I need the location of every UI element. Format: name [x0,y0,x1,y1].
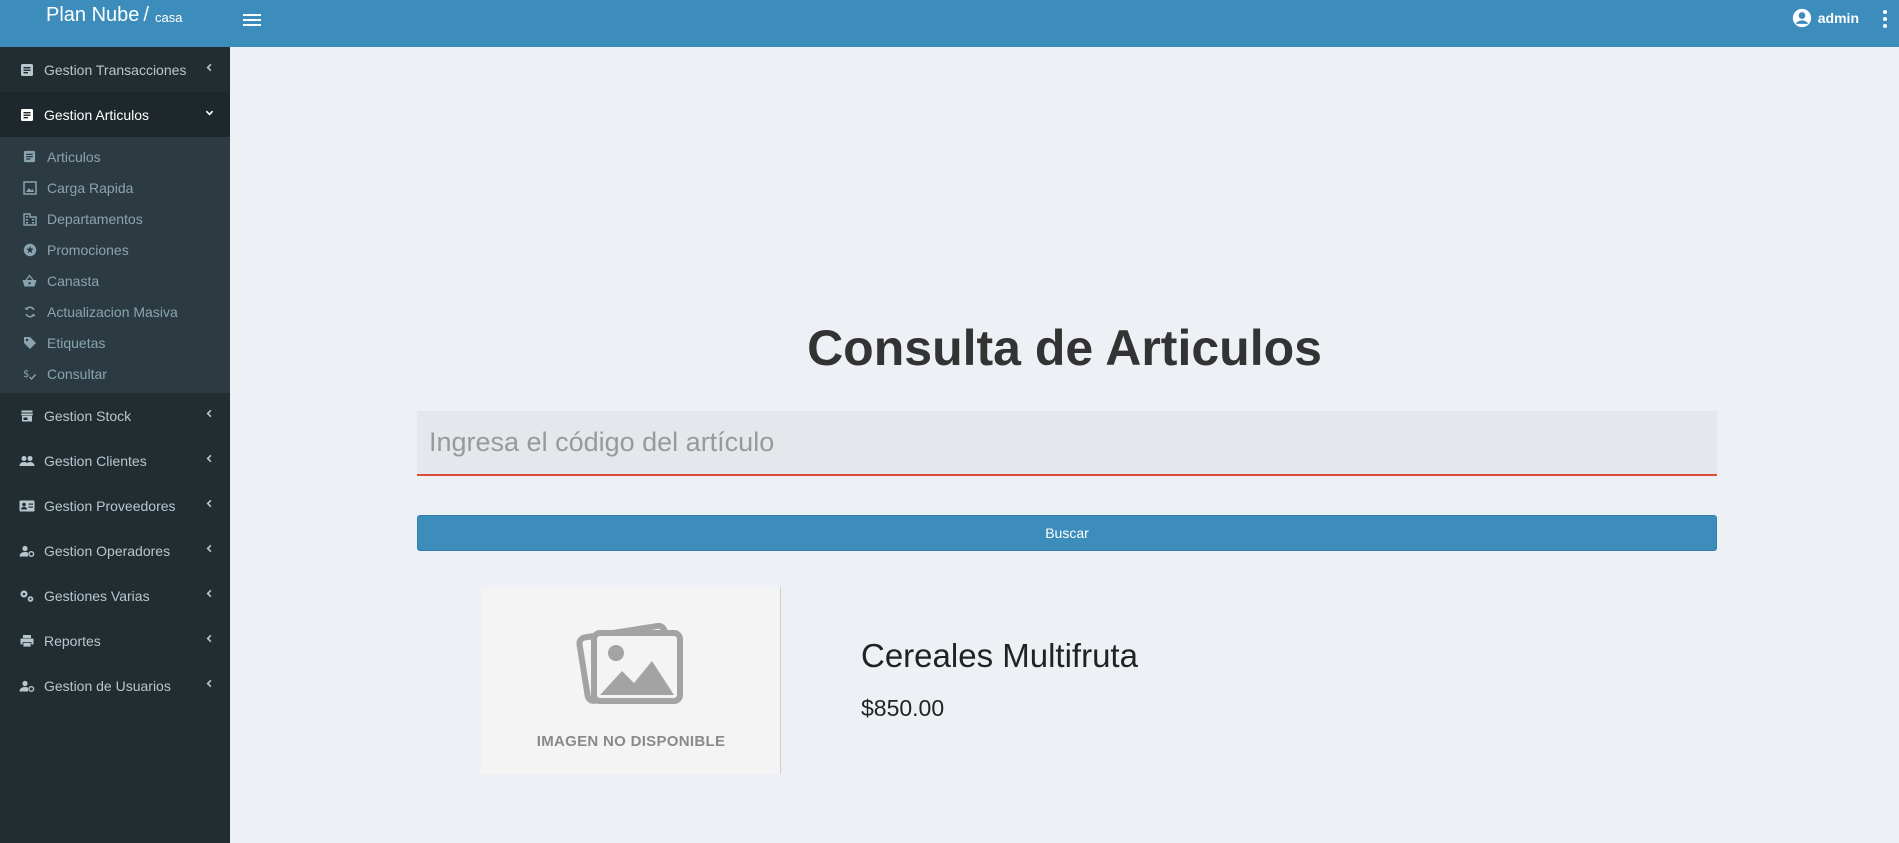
receipt-icon [19,107,35,123]
sidebar-subitem-promociones[interactable]: Promociones [0,234,230,265]
store-icon [19,408,35,424]
main-content: Consulta de Articulos Buscar IMAGEN NO D… [230,47,1899,843]
sidebar-subitem-articulos[interactable]: Articulos [0,141,230,172]
sidebar-subitem-label: Etiquetas [47,334,106,351]
sidebar-item-label: Gestion Articulos [44,106,150,123]
image-icon [22,180,37,195]
more-vert-icon[interactable] [1883,10,1887,28]
contact-card-icon [19,498,35,514]
product-image: IMAGEN NO DISPONIBLE [481,587,781,774]
brand-name: Plan Nube [46,4,140,26]
chevron-left-icon [206,634,212,643]
sidebar-item-label: Reportes [44,632,101,649]
people-icon [19,453,35,469]
sidebar-item-gestiones-varias[interactable]: Gestiones Varias [0,573,230,618]
sidebar-item-label: Gestion Clientes [44,452,147,469]
brand-separator: / [143,4,149,26]
sidebar-subitem-etiquetas[interactable]: Etiquetas [0,327,230,358]
brand-logo[interactable]: Plan Nube / casa [0,0,230,47]
person-gear-icon [19,678,35,694]
sidebar-subitem-label: Actualizacion Masiva [47,303,178,320]
sidebar-item-gestion-de-usuarios[interactable]: Gestion de Usuarios [0,663,230,708]
user-circle-icon [1792,8,1811,28]
chevron-left-icon [206,454,212,463]
chevron-left-icon [206,679,212,688]
sidebar-subitem-consultar[interactable]: $ Consultar [0,358,230,389]
sidebar-subitem-label: Departamentos [47,210,143,227]
star-badge-icon [22,242,37,257]
branch-name: casa [154,10,183,25]
product-name: Cereales Multifruta [861,637,1138,674]
receipt-icon [22,149,37,164]
sidebar-subitem-label: Promociones [47,241,129,258]
sidebar-item-label: Gestion Transacciones [44,61,187,78]
product-price: $850.00 [861,695,945,721]
sidebar-item-gestion-articulos[interactable]: Gestion Articulos [0,92,230,137]
chevron-left-icon [206,499,212,508]
menu-toggle-icon[interactable] [243,11,261,29]
building-icon [22,211,37,226]
page-title: Consulta de Articulos [807,320,1322,376]
sidebar-item-label: Gestion Stock [44,407,132,424]
basket-icon [22,273,37,288]
sidebar-item-gestion-operadores[interactable]: Gestion Operadores [0,528,230,573]
refresh-icon [22,304,37,319]
sidebar-item-gestion-stock[interactable]: Gestion Stock [0,393,230,438]
sidebar-item-reportes[interactable]: Reportes [0,618,230,663]
svg-text:$: $ [23,369,29,380]
sidebar-item-label: Gestion Operadores [44,542,171,559]
sidebar-item-gestion-transacciones[interactable]: Gestion Transacciones [0,47,230,92]
sidebar-subitem-label: Carga Rapida [47,179,134,196]
sidebar-item-label: Gestion de Usuarios [44,677,171,694]
search-field [417,411,1717,476]
printer-icon [19,633,35,649]
sidebar-subitem-departamentos[interactable]: Departamentos [0,203,230,234]
receipt-icon [19,62,35,78]
sidebar-subitem-actualizacion-masiva[interactable]: Actualizacion Masiva [0,296,230,327]
sidebar-subitem-canasta[interactable]: Canasta [0,265,230,296]
chevron-left-icon [206,589,212,598]
sidebar-item-label: Gestiones Varias [44,587,150,604]
chevron-left-icon [206,63,212,72]
sidebar-item-gestion-proveedores[interactable]: Gestion Proveedores [0,483,230,528]
gears-icon [19,588,35,604]
chevron-left-icon [206,409,212,418]
sidebar-subitem-label: Canasta [47,272,100,289]
person-gear-icon [19,543,35,559]
image-unavailable-caption: IMAGEN NO DISPONIBLE [536,733,726,750]
top-navbar: Plan Nube / casa admin [0,0,1899,47]
chevron-left-icon [206,544,212,553]
sidebar: Gestion Transacciones Gestion Articulos … [0,47,230,843]
sidebar-item-gestion-clientes[interactable]: Gestion Clientes [0,438,230,483]
sidebar-item-label: Gestion Proveedores [44,497,176,514]
submenu-gestion-articulos: Articulos Carga Rapida Departamentos Pro… [0,137,230,393]
article-code-input[interactable] [417,411,1717,474]
user-name: admin [1817,10,1859,26]
search-button[interactable]: Buscar [417,515,1717,551]
chevron-down-icon [205,110,214,116]
price-check-icon: $ [22,366,37,381]
sidebar-subitem-label: Articulos [47,148,101,165]
sidebar-subitem-label: Consultar [47,365,107,382]
tag-icon [22,335,37,350]
user-menu[interactable]: admin [1792,8,1859,28]
sidebar-subitem-carga-rapida[interactable]: Carga Rapida [0,172,230,203]
image-placeholder-icon [576,622,683,704]
